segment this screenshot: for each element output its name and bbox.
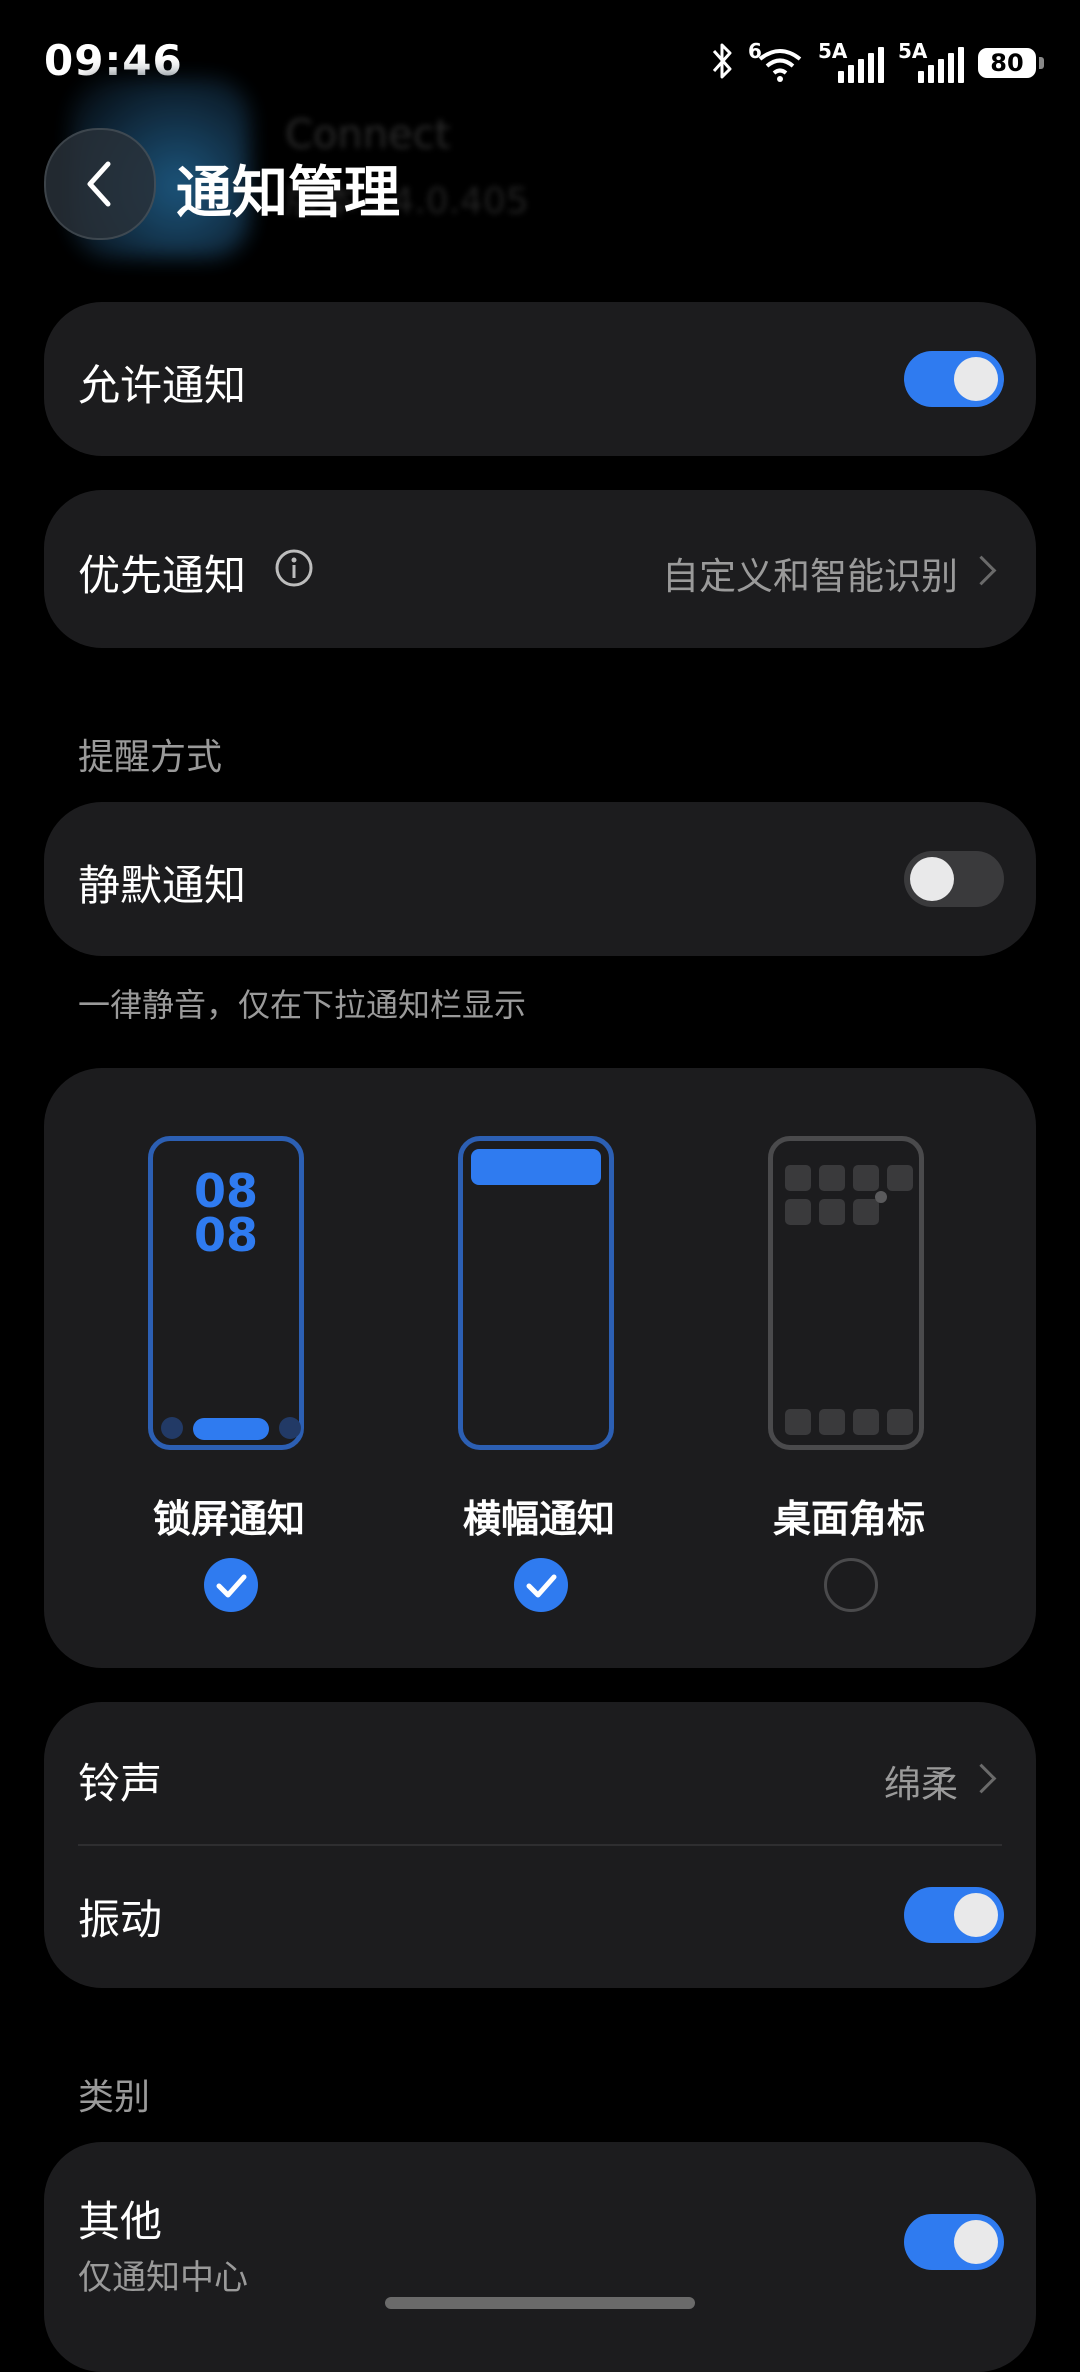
wifi-icon: 6 bbox=[748, 39, 804, 83]
badge-preview bbox=[768, 1136, 924, 1450]
allow-notifications-label: 允许通知 bbox=[78, 361, 247, 410]
chevron-left-icon bbox=[87, 161, 111, 207]
vibration-label: 振动 bbox=[78, 1895, 163, 1944]
wifi-tag: 6 bbox=[748, 39, 762, 63]
toggle-knob bbox=[954, 357, 998, 401]
style-banner-checkbox[interactable] bbox=[514, 1558, 568, 1612]
priority-notifications-row[interactable]: 优先通知 自定义和智能识别 bbox=[44, 490, 1036, 648]
priority-notifications-label: 优先通知 bbox=[78, 551, 247, 600]
style-badge-label: 桌面角标 bbox=[772, 1497, 925, 1541]
toggle-knob bbox=[910, 857, 954, 901]
category-other-toggle[interactable] bbox=[904, 2214, 1004, 2270]
style-lockscreen-option[interactable]: 08 08 锁屏通知 bbox=[44, 1068, 374, 1668]
home-indicator[interactable] bbox=[385, 2297, 695, 2309]
section-title-category: 类别 bbox=[78, 2077, 151, 2118]
allow-notifications-toggle[interactable] bbox=[904, 351, 1004, 407]
lockscreen-bar bbox=[193, 1418, 269, 1440]
toggle-knob bbox=[954, 2220, 998, 2264]
lockscreen-dot-right bbox=[279, 1417, 301, 1439]
cell-signal-1-icon: 5A bbox=[818, 39, 884, 83]
ringtone-label: 铃声 bbox=[78, 1759, 163, 1808]
ringtone-value: 绵柔 bbox=[884, 1763, 958, 1806]
vibration-row[interactable]: 振动 bbox=[44, 1846, 1036, 1988]
silent-notification-label: 静默通知 bbox=[78, 861, 247, 910]
bluetooth-icon bbox=[710, 41, 734, 85]
style-banner-option[interactable]: 横幅通知 bbox=[354, 1068, 684, 1668]
status-icons: 6 5A 5A 80 bbox=[710, 39, 1044, 86]
silent-notification-hint: 一律静音，仅在下拉通知栏显示 bbox=[78, 986, 527, 1024]
sound-card: 铃声 绵柔 振动 bbox=[44, 1702, 1036, 1988]
silent-notification-row[interactable]: 静默通知 bbox=[44, 802, 1036, 956]
allow-notifications-row[interactable]: 允许通知 bbox=[44, 302, 1036, 456]
sim1-tag: 5A bbox=[818, 39, 848, 63]
section-title-alert: 提醒方式 bbox=[78, 737, 223, 778]
silent-notification-toggle[interactable] bbox=[904, 851, 1004, 907]
priority-notifications-value: 自定义和智能识别 bbox=[662, 555, 958, 598]
lockscreen-preview: 08 08 bbox=[148, 1136, 304, 1450]
chevron-right-icon bbox=[966, 555, 997, 586]
banner-bar bbox=[471, 1149, 601, 1185]
lockscreen-clock: 08 08 bbox=[193, 1164, 258, 1262]
chevron-right-icon bbox=[966, 1763, 997, 1794]
toggle-knob bbox=[954, 1893, 998, 1937]
sim2-tag: 5A bbox=[898, 39, 928, 63]
cell-signal-2-icon: 5A bbox=[898, 39, 964, 83]
style-lockscreen-checkbox[interactable] bbox=[204, 1558, 258, 1612]
notification-style-card: 08 08 锁屏通知 横幅通知 桌面角标 bbox=[44, 1068, 1036, 1668]
page-title: 通知管理 bbox=[176, 161, 400, 226]
ringtone-row[interactable]: 铃声 绵柔 bbox=[44, 1702, 1036, 1842]
category-other-sublabel: 仅通知中心 bbox=[78, 2258, 248, 2298]
back-button[interactable] bbox=[44, 128, 156, 240]
lockscreen-dot-left bbox=[161, 1417, 183, 1439]
banner-preview bbox=[458, 1136, 614, 1450]
style-badge-option[interactable]: 桌面角标 bbox=[664, 1068, 994, 1668]
vibration-toggle[interactable] bbox=[904, 1887, 1004, 1943]
battery-icon: 80 bbox=[978, 48, 1044, 78]
category-other-label: 其他 bbox=[78, 2197, 163, 2246]
info-icon[interactable] bbox=[274, 548, 314, 592]
category-other-row[interactable]: 其他 仅通知中心 bbox=[44, 2142, 1036, 2372]
style-badge-checkbox[interactable] bbox=[824, 1558, 878, 1612]
